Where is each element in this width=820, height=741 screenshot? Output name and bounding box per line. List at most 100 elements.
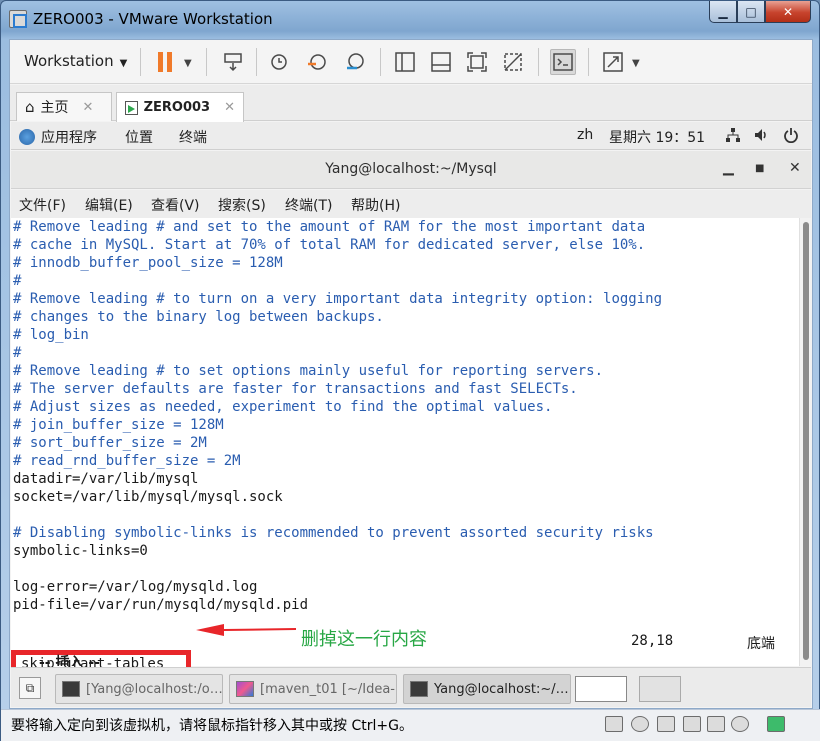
workspace-2[interactable] xyxy=(639,676,681,702)
terminal-scrollbar[interactable] xyxy=(799,218,811,666)
terminal-menu-bar: 文件(F) 编辑(E) 查看(V) 搜索(S) 终端(T) 帮助(H) xyxy=(11,190,811,218)
message-log-icon[interactable] xyxy=(767,716,785,732)
network-icon[interactable] xyxy=(725,127,741,147)
title-bar[interactable]: ZERO003 - VMware Workstation ▁ □ ✕ xyxy=(1,1,819,39)
terminal-app-menu[interactable]: 终端 xyxy=(179,127,207,147)
terminal-title-bar[interactable]: Yang@localhost:~/Mysql ▁ ■ ✕ xyxy=(11,151,811,189)
cd-drive-icon[interactable] xyxy=(631,716,649,732)
toolbar-divider xyxy=(588,48,589,76)
clock[interactable]: 星期六 19：51 xyxy=(609,127,705,147)
scrollbar-thumb[interactable] xyxy=(803,222,809,660)
console-view-button[interactable] xyxy=(550,49,576,75)
guest-taskbar: ⧉ [Yang@localhost:/o… [maven_t01 [~/Idea… xyxy=(11,667,811,707)
terminal-icon xyxy=(410,681,428,697)
terminal-line: # cache in MySQL. Start at 70% of total … xyxy=(13,237,646,253)
input-language[interactable]: zh xyxy=(577,127,593,143)
terminal-line: # innodb_buffer_pool_size = 128M xyxy=(13,255,283,271)
revert-snapshot-button[interactable] xyxy=(304,49,330,75)
window-controls: ▁ □ ✕ xyxy=(709,1,811,23)
menu-view[interactable]: 查看(V) xyxy=(151,195,200,215)
show-thumbnail-bar-button[interactable] xyxy=(428,49,454,75)
maximize-button[interactable]: □ xyxy=(737,1,765,23)
show-library-button[interactable] xyxy=(392,49,418,75)
close-tab-icon[interactable]: ✕ xyxy=(224,100,235,115)
bottom-panel-layout-icon xyxy=(431,52,451,72)
taskbar-item-idea[interactable]: [maven_t01 [~/Idea-… xyxy=(229,674,397,704)
terminal-text-area[interactable]: pid-file=/var/run/mysqld/mysqld.pid log-e… xyxy=(11,218,811,690)
vmware-client-area: Workstation ▼ ▼ ▼ ⌂ 主页 ✕ ZERO003 ✕ 应用程序 … xyxy=(9,39,813,709)
taskbar-item-label: [Yang@localhost:/o… xyxy=(86,681,223,697)
toolbar-divider xyxy=(256,48,257,76)
status-message: 要将输入定向到该虚拟机，请将鼠标指针移入其中或按 Ctrl+G。 xyxy=(11,718,413,734)
menu-edit[interactable]: 编辑(E) xyxy=(85,195,133,215)
vmware-status-bar: 要将输入定向到该虚拟机，请将鼠标指针移入其中或按 Ctrl+G。 xyxy=(1,709,820,741)
taskbar-item-label: Yang@localhost:~/… xyxy=(434,681,569,697)
menu-search[interactable]: 搜索(S) xyxy=(218,195,266,215)
applications-label: 应用程序 xyxy=(41,130,97,146)
intellij-idea-icon xyxy=(236,681,254,697)
send-ctrl-alt-del-button[interactable] xyxy=(220,49,246,75)
toolbar-divider xyxy=(140,48,141,76)
terminal-maximize-button[interactable]: ■ xyxy=(755,163,764,174)
terminal-line: socket=/var/lib/mysql/mysql.sock xyxy=(13,489,283,505)
take-snapshot-button[interactable] xyxy=(266,49,292,75)
menu-file[interactable]: 文件(F) xyxy=(19,195,66,215)
full-screen-icon xyxy=(467,52,487,72)
terminal-minimize-button[interactable]: ▁ xyxy=(723,160,734,176)
chevron-down-icon: ▼ xyxy=(119,58,128,69)
no-unity-icon xyxy=(504,53,522,71)
power-icon[interactable] xyxy=(783,127,799,147)
revert-snapshot-icon xyxy=(308,54,326,70)
terminal-line: # xyxy=(13,345,22,361)
terminal-close-button[interactable]: ✕ xyxy=(789,160,801,176)
workstation-menu[interactable]: Workstation ▼ xyxy=(24,52,127,70)
full-screen-button[interactable] xyxy=(464,49,490,75)
annotation-note: 删掉这一行内容 xyxy=(301,629,427,650)
vmware-toolbar: Workstation ▼ ▼ ▼ xyxy=(10,40,812,84)
menu-help[interactable]: 帮助(H) xyxy=(351,195,400,215)
terminal-line: # Disabling symbolic-links is recommende… xyxy=(13,525,654,541)
applications-icon xyxy=(19,129,35,145)
vm-running-icon xyxy=(125,100,138,115)
toolbar-divider xyxy=(206,48,207,76)
network-adapter-icon[interactable] xyxy=(657,716,675,732)
display-icon[interactable] xyxy=(731,716,749,732)
tab-zero003[interactable]: ZERO003 ✕ xyxy=(116,92,244,122)
scroll-position: 底端 xyxy=(747,636,775,652)
expand-arrows-icon xyxy=(603,52,623,72)
vm-tab-bar: ⌂ 主页 ✕ ZERO003 ✕ xyxy=(10,85,812,122)
pause-vm-button[interactable] xyxy=(152,49,178,75)
volume-icon[interactable] xyxy=(753,127,769,147)
vmware-app-icon xyxy=(9,10,27,28)
home-icon: ⌂ xyxy=(25,98,35,116)
workstation-menu-label: Workstation xyxy=(24,52,114,70)
power-menu-caret-icon[interactable]: ▼ xyxy=(184,58,192,69)
minimize-button[interactable]: ▁ xyxy=(709,1,737,23)
pause-icon xyxy=(158,52,172,72)
sound-card-icon[interactable] xyxy=(707,716,725,732)
vim-mode-indicator: -- 插入 -- xyxy=(39,655,100,666)
taskbar-item-label: [maven_t01 [~/Idea-… xyxy=(260,681,397,697)
close-tab-icon[interactable]: ✕ xyxy=(83,100,94,115)
show-desktop-icon[interactable]: ⧉ xyxy=(19,677,41,699)
usb-device-icon[interactable] xyxy=(683,716,701,732)
taskbar-item-terminal-1[interactable]: [Yang@localhost:/o… xyxy=(55,674,223,704)
applications-menu[interactable]: 应用程序 xyxy=(19,127,97,147)
sidebar-layout-icon xyxy=(395,52,415,72)
places-menu[interactable]: 位置 xyxy=(125,127,153,147)
workspace-1[interactable] xyxy=(575,676,627,702)
view-menu-caret-icon[interactable]: ▼ xyxy=(632,58,640,69)
close-button[interactable]: ✕ xyxy=(765,1,811,23)
unity-mode-button[interactable] xyxy=(500,49,526,75)
terminal-title: Yang@localhost:~/Mysql xyxy=(325,161,497,177)
hard-disk-icon[interactable] xyxy=(605,716,623,732)
menu-terminal[interactable]: 终端(T) xyxy=(285,195,332,215)
tab-zero003-label: ZERO003 xyxy=(143,100,211,115)
snapshot-manager-button[interactable] xyxy=(342,49,368,75)
stretch-guest-button[interactable] xyxy=(600,49,626,75)
terminal-icon xyxy=(553,53,573,71)
terminal-line: # Remove leading # and set to the amount… xyxy=(13,219,646,235)
taskbar-item-terminal-2[interactable]: Yang@localhost:~/… xyxy=(403,674,571,704)
toolbar-divider xyxy=(538,48,539,76)
tab-home[interactable]: ⌂ 主页 ✕ xyxy=(16,92,112,121)
